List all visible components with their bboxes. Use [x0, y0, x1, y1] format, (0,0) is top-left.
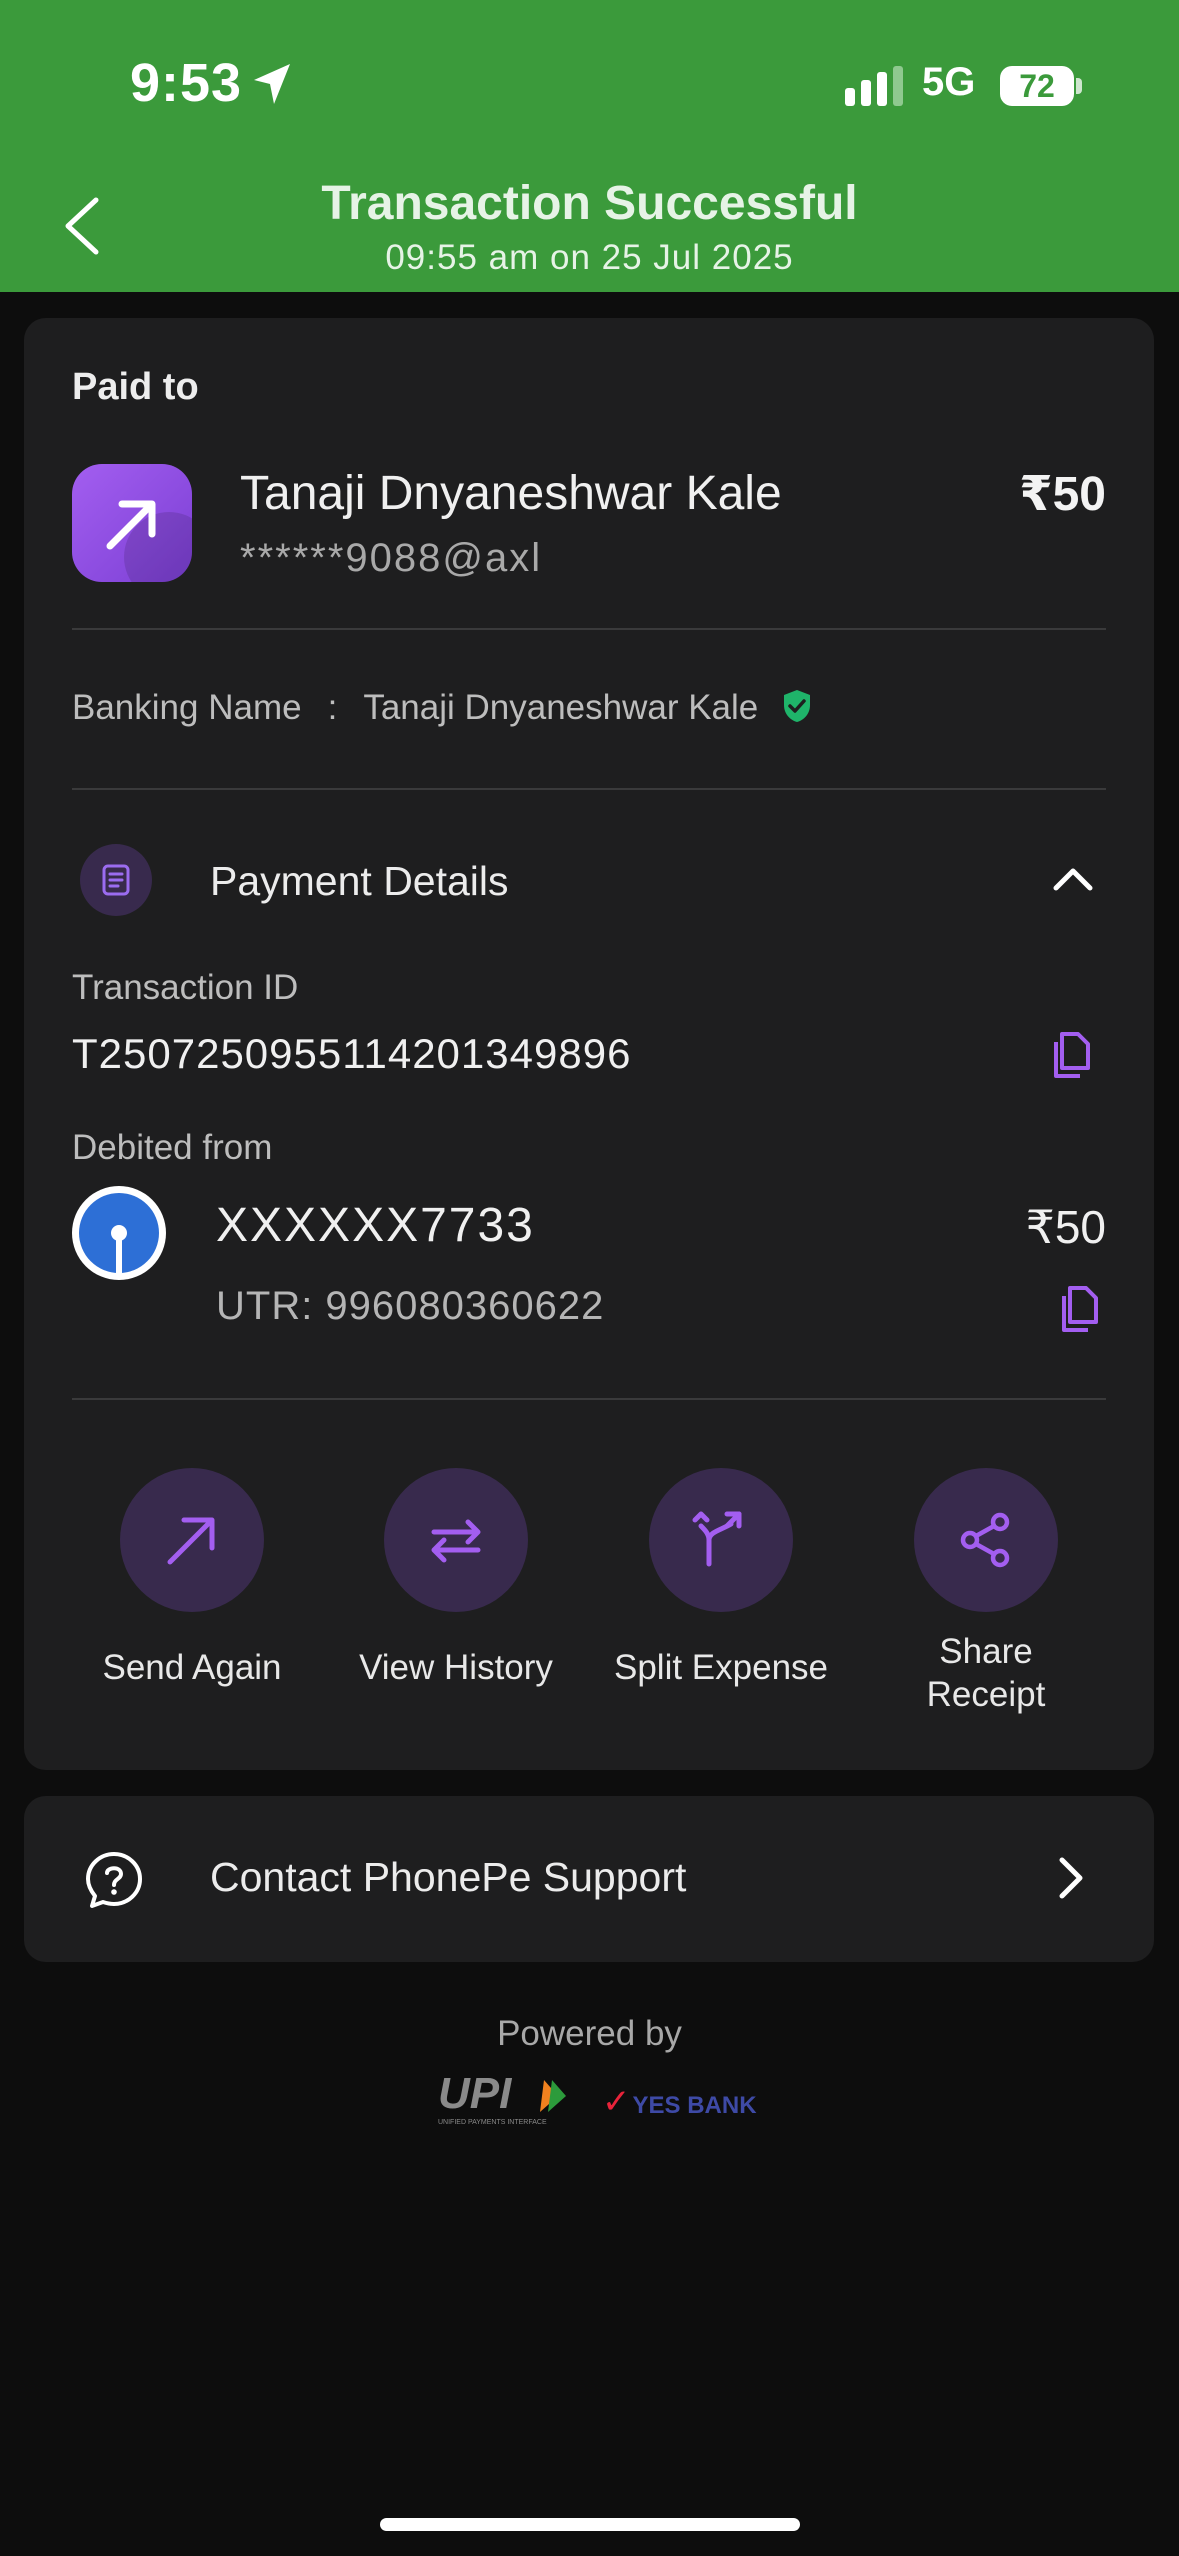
transaction-id-value: T2507250955114201349896 — [72, 1030, 632, 1077]
send-again-button[interactable]: Send Again — [72, 1468, 312, 1689]
share-icon — [960, 1512, 1010, 1568]
battery-cap — [1076, 78, 1082, 94]
utr-number: UTR: 996080360622 — [216, 1284, 605, 1328]
payee-name: Tanaji Dnyaneshwar Kale — [240, 467, 782, 520]
divider — [72, 1398, 1106, 1400]
view-history-icon-bg — [384, 1468, 528, 1612]
banking-name-row: Banking Name: Tanaji Dnyaneshwar Kale — [72, 688, 812, 728]
view-history-label: View History — [359, 1648, 553, 1687]
split-expense-icon-bg — [649, 1468, 793, 1612]
split-expense-label: Split Expense — [613, 1648, 829, 1687]
share-receipt-button[interactable]: Share Receipt — [866, 1468, 1106, 1716]
swap-arrows-icon — [431, 1519, 481, 1563]
debited-amount: ₹50 — [1025, 1201, 1106, 1253]
paid-amount: ₹50 — [1019, 468, 1106, 521]
copy-utr-icon[interactable] — [1058, 1284, 1102, 1334]
home-indicator[interactable] — [380, 2518, 800, 2531]
yes-bank-logo: ✓YES BANK — [602, 2082, 757, 2122]
banking-name-value: Tanaji Dnyaneshwar Kale — [363, 688, 759, 727]
debited-from-label: Debited from — [72, 1128, 273, 1167]
debited-account: XXXXXX7733 — [216, 1199, 535, 1252]
yes-bank-logo-text: YES BANK — [632, 2092, 757, 2119]
paid-to-label: Paid to — [72, 366, 199, 408]
yes-bank-tick-icon: ✓ — [602, 2083, 631, 2121]
contact-support-label: Contact PhonePe Support — [210, 1854, 687, 1900]
share-receipt-icon-bg — [914, 1468, 1058, 1612]
contact-support-row[interactable]: Contact PhonePe Support — [24, 1796, 1154, 1962]
network-type: 5G — [922, 60, 976, 104]
payee-avatar — [72, 464, 192, 582]
location-arrow-icon — [254, 64, 290, 104]
upi-tagline: UNIFIED PAYMENTS INTERFACE — [438, 2119, 547, 2126]
help-question-icon — [86, 1852, 142, 1908]
verified-shield-icon — [784, 690, 810, 722]
transaction-id-label: Transaction ID — [72, 968, 299, 1007]
share-receipt-label: Share Receipt — [926, 1632, 1046, 1714]
banking-name-separator: : — [327, 688, 338, 727]
cellular-signal-icon — [845, 66, 903, 106]
arrow-up-right-icon — [106, 500, 156, 550]
header-bar: 9:53 5G 72 Transaction Successful 09:55 … — [0, 0, 1179, 292]
powered-by-label: Powered by — [497, 2014, 682, 2053]
status-time: 9:53 — [130, 53, 243, 113]
banking-name-label: Banking Name — [72, 688, 302, 727]
send-again-label: Send Again — [102, 1648, 282, 1687]
payment-details-icon-bg — [80, 844, 152, 916]
upi-logo: UPI UNIFIED PAYMENTS INTERFACE — [438, 2072, 566, 2126]
divider — [72, 628, 1106, 630]
view-history-button[interactable]: View History — [336, 1468, 576, 1689]
copy-transaction-id-icon[interactable] — [1050, 1030, 1094, 1080]
transaction-timestamp: 09:55 am on 25 Jul 2025 — [385, 238, 794, 277]
chevron-right-icon — [1059, 1857, 1083, 1899]
transaction-card: Paid to Tanaji Dnyaneshwar Kale ******90… — [24, 318, 1154, 1770]
receipt-list-icon — [102, 864, 130, 896]
page-title: Transaction Successful — [321, 177, 858, 230]
arrow-up-right-icon — [167, 1517, 215, 1565]
split-arrows-icon — [692, 1511, 742, 1567]
battery-level: 72 — [1000, 66, 1074, 106]
payment-details-title[interactable]: Payment Details — [210, 858, 509, 905]
bank-logo — [72, 1186, 166, 1280]
split-expense-button[interactable]: Split Expense — [601, 1468, 841, 1689]
divider — [72, 788, 1106, 790]
chevron-up-icon[interactable] — [1052, 866, 1094, 892]
upi-logo-text: UPI — [438, 2072, 512, 2118]
payee-upi-id: ******9088@axl — [240, 536, 543, 580]
send-again-icon-bg — [120, 1468, 264, 1612]
